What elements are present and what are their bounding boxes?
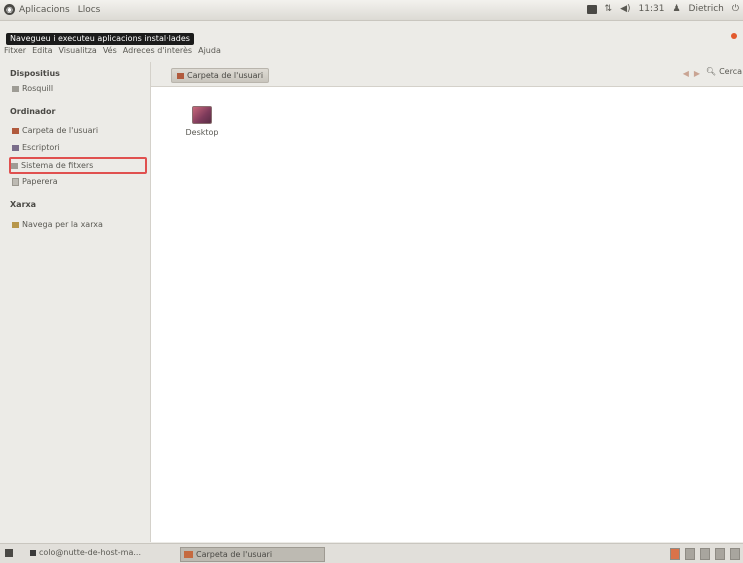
power-icon[interactable]: ⏻ bbox=[732, 4, 739, 14]
location-toolbar: Carpeta de l'usuari ◀ ▶ 🔍︎ Cerca bbox=[151, 62, 743, 87]
menu-edit[interactable]: Edita bbox=[32, 44, 52, 58]
network-indicator-icon[interactable]: ⇅ bbox=[605, 4, 613, 14]
taskbar-label: Carpeta de l'usuari bbox=[196, 550, 273, 559]
search-button[interactable]: 🔍︎ Cerca bbox=[706, 67, 742, 76]
mail-icon[interactable] bbox=[586, 4, 597, 14]
drive-icon bbox=[12, 85, 19, 92]
clock[interactable]: 11:31 bbox=[639, 4, 665, 14]
back-icon[interactable]: ◀ bbox=[683, 69, 689, 78]
bottom-panel: colo@nutte-de-host-ma... Carpeta de l'us… bbox=[0, 543, 743, 563]
menu-help[interactable]: Ajuda bbox=[198, 44, 221, 58]
folder-label: Desktop bbox=[185, 128, 219, 137]
trash-icon bbox=[12, 177, 19, 186]
sidebar-item-filesystem[interactable]: Sistema de fitxers bbox=[9, 157, 147, 174]
sidebar-item-home[interactable]: Carpeta de l'usuari bbox=[12, 124, 98, 137]
sidebar-item-label: Rosquill bbox=[22, 84, 54, 93]
menu-file[interactable]: Fitxer bbox=[4, 44, 26, 58]
forward-icon[interactable]: ▶ bbox=[694, 69, 700, 78]
sidebar-item-label: Sistema de fitxers bbox=[21, 161, 94, 170]
volume-icon[interactable]: ◀) bbox=[620, 4, 630, 14]
show-desktop-icon[interactable] bbox=[5, 549, 13, 557]
sidebar-item-label: Paperera bbox=[22, 177, 58, 186]
network-icon bbox=[12, 221, 19, 228]
navigation-arrows: ◀ ▶ bbox=[683, 69, 700, 78]
desktop-icon bbox=[12, 144, 19, 151]
close-window-icon[interactable] bbox=[731, 33, 737, 39]
places-sidebar: Dispositius Rosquill Ordinador Carpeta d… bbox=[0, 62, 148, 542]
sidebar-item-desktop[interactable]: Escriptori bbox=[12, 141, 60, 154]
user-icon: ♟ bbox=[672, 4, 681, 14]
home-icon bbox=[12, 127, 19, 134]
search-label: Cerca bbox=[719, 67, 742, 76]
network-heading: Xarxa bbox=[10, 200, 37, 209]
breadcrumb[interactable]: Carpeta de l'usuari bbox=[171, 68, 270, 83]
workspace-2[interactable] bbox=[685, 548, 695, 560]
home-icon bbox=[177, 72, 184, 79]
applications-label[interactable]: Aplicacions bbox=[19, 5, 70, 15]
taskbar-item-home-folder[interactable]: Carpeta de l'usuari bbox=[180, 547, 325, 562]
workspace-1[interactable] bbox=[670, 548, 680, 560]
sidebar-item-rosquill[interactable]: Rosquill bbox=[12, 82, 53, 95]
ubuntu-logo-icon: ◉ bbox=[4, 4, 15, 15]
sidebar-item-network[interactable]: Navega per la xarxa bbox=[12, 218, 103, 231]
folder-icon bbox=[184, 551, 193, 558]
folder-icon bbox=[192, 106, 212, 124]
sidebar-item-label: Navega per la xarxa bbox=[22, 220, 103, 229]
menu-view[interactable]: Visualitza bbox=[58, 44, 96, 58]
file-view: Carpeta de l'usuari ◀ ▶ 🔍︎ Cerca Desktop bbox=[150, 62, 743, 542]
menu-go[interactable]: Vés bbox=[103, 44, 117, 58]
sidebar-item-trash[interactable]: Paperera bbox=[12, 175, 58, 188]
workspace-4[interactable] bbox=[715, 548, 725, 560]
menu-bookmarks[interactable]: Adreces d'interès bbox=[123, 44, 192, 58]
terminal-icon bbox=[30, 549, 36, 556]
system-tray: ⇅ ◀) 11:31 ♟ Dietrich ⏻ bbox=[586, 4, 739, 14]
drive-icon bbox=[11, 162, 18, 169]
user-name[interactable]: Dietrich bbox=[689, 4, 724, 14]
folder-desktop[interactable]: Desktop bbox=[185, 106, 219, 137]
sidebar-item-label: Carpeta de l'usuari bbox=[22, 126, 99, 135]
applications-menu[interactable]: ◉ Aplicacions Llocs bbox=[4, 4, 100, 15]
search-icon: 🔍︎ bbox=[705, 67, 717, 76]
breadcrumb-label: Carpeta de l'usuari bbox=[187, 71, 264, 80]
taskbar-label: colo@nutte-de-host-ma... bbox=[39, 548, 141, 557]
top-panel: ◉ Aplicacions Llocs ⇅ ◀) 11:31 ♟ Dietric… bbox=[0, 0, 743, 21]
devices-heading: Dispositius bbox=[10, 69, 60, 78]
tooltip: Navegueu i executeu aplicacions instal·l… bbox=[6, 33, 194, 45]
trash-applet-icon[interactable] bbox=[730, 548, 740, 560]
sidebar-item-label: Escriptori bbox=[22, 143, 60, 152]
workspace-3[interactable] bbox=[700, 548, 710, 560]
computer-heading: Ordinador bbox=[10, 107, 56, 116]
menubar: Fitxer Edita Visualitza Vés Adreces d'in… bbox=[0, 44, 743, 58]
places-label[interactable]: Llocs bbox=[78, 5, 101, 15]
taskbar-item-terminal[interactable]: colo@nutte-de-host-ma... bbox=[30, 548, 141, 557]
